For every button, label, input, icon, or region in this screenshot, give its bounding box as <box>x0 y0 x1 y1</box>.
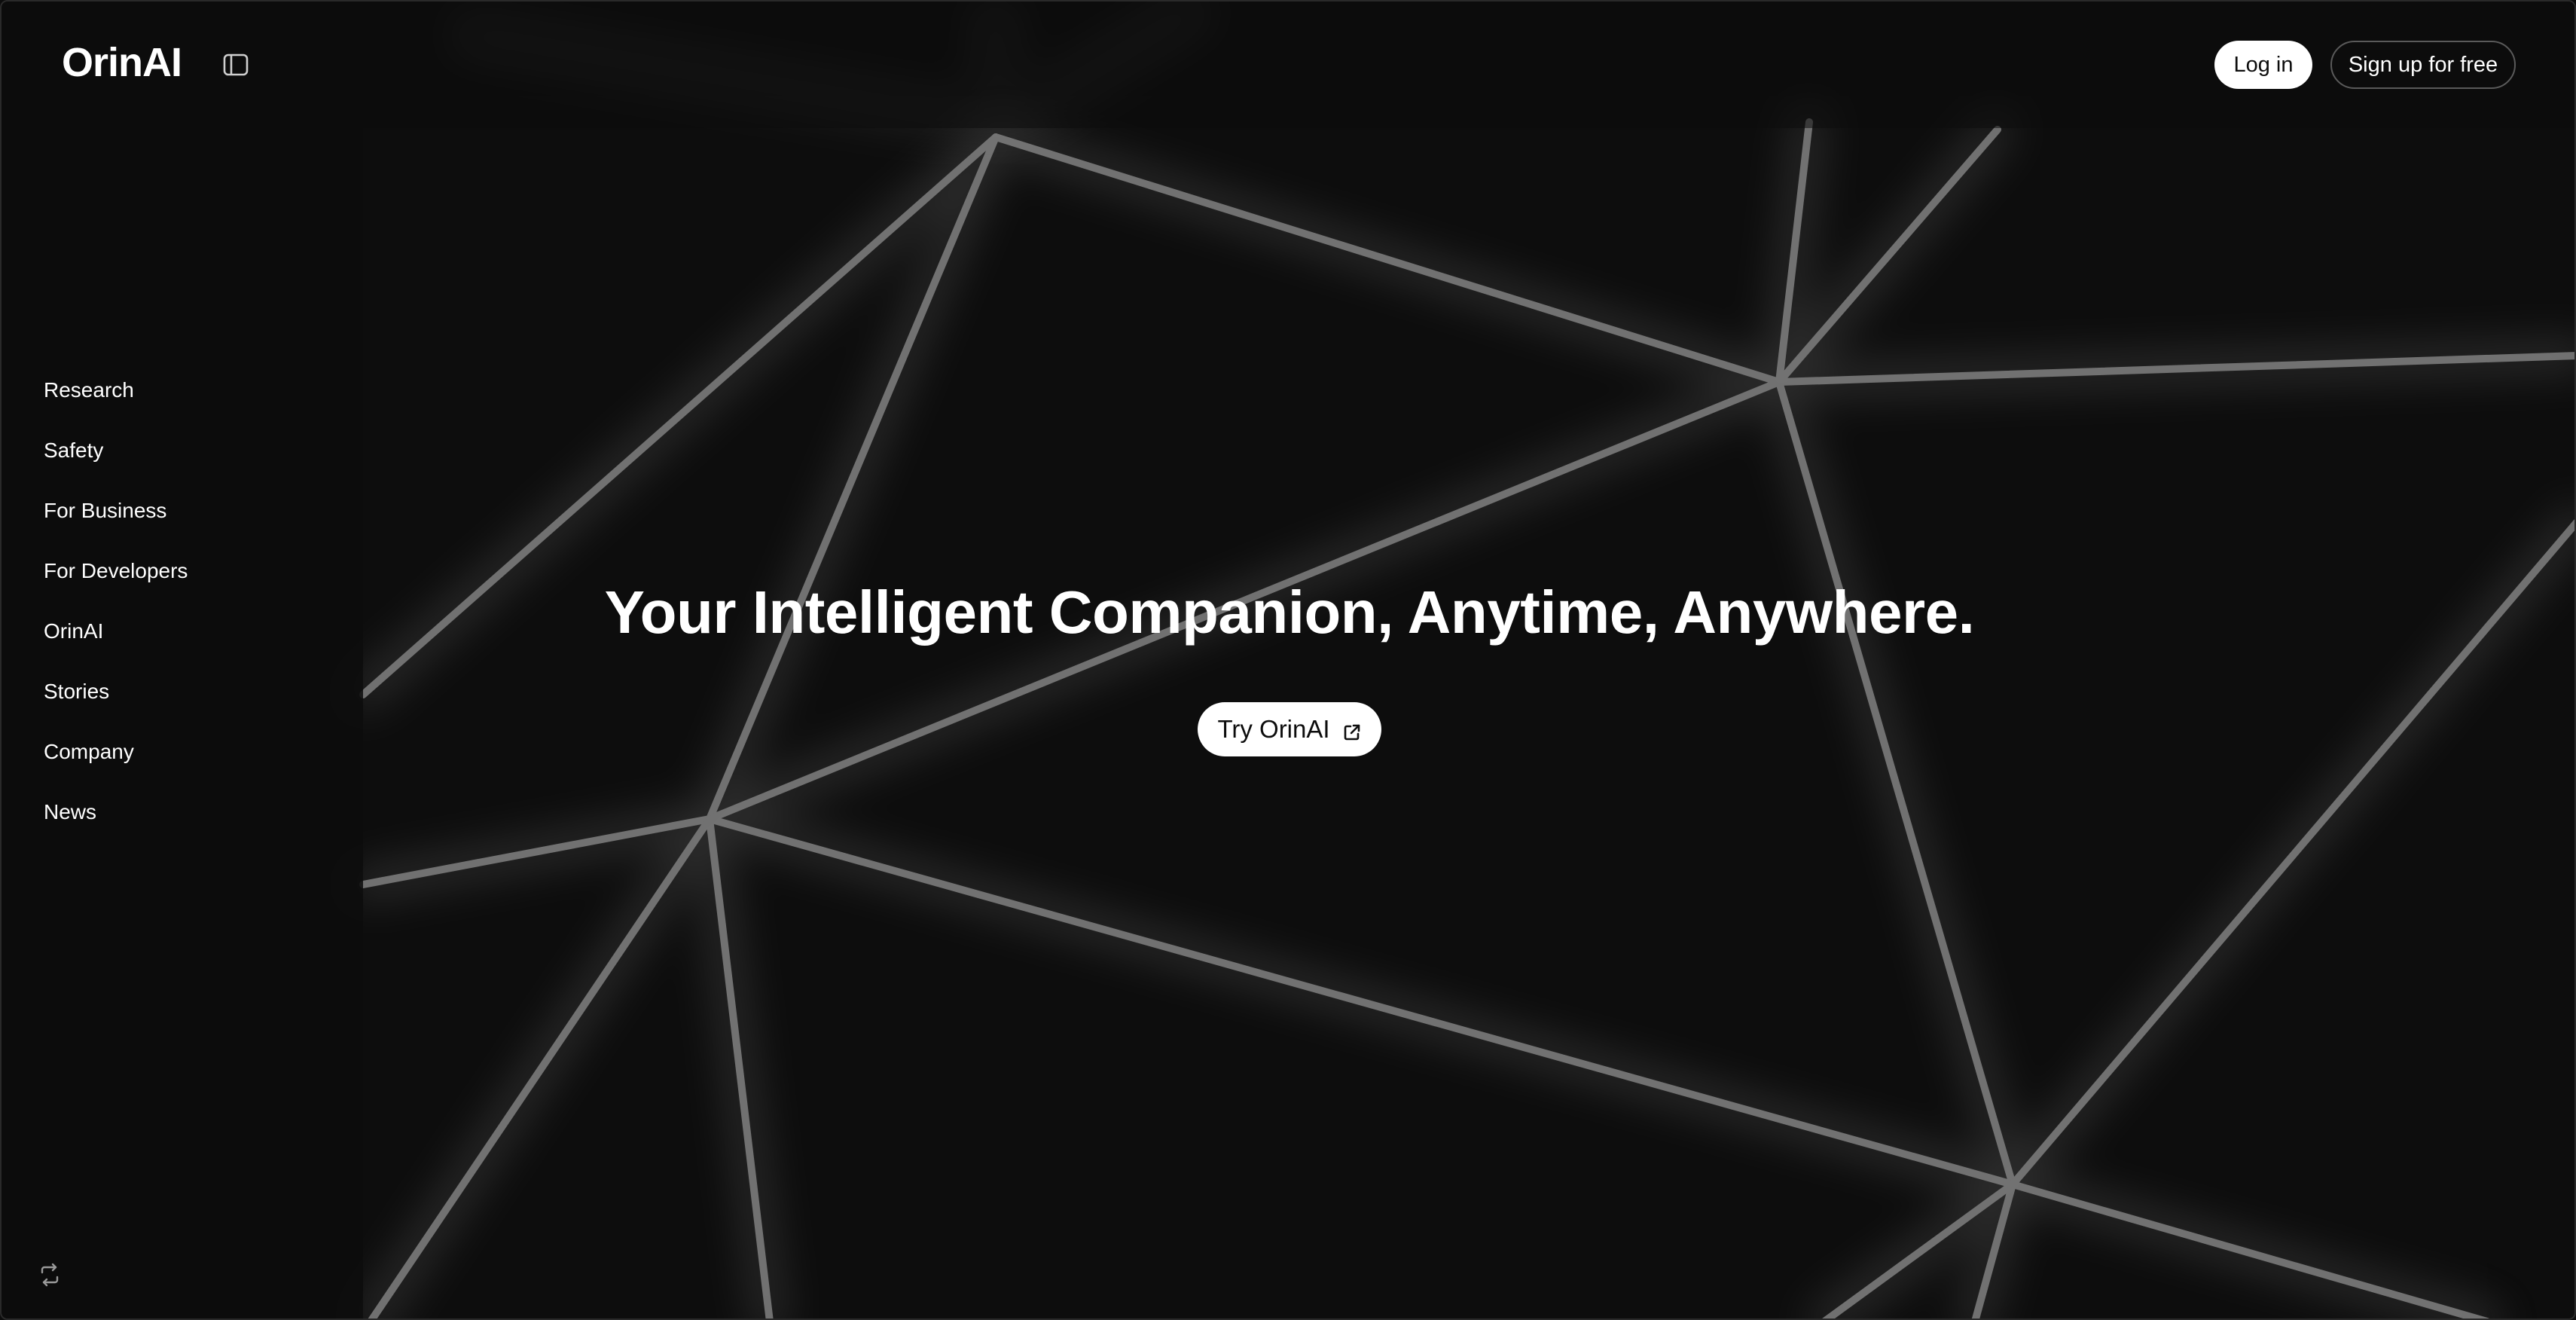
try-orinai-button[interactable]: Try OrinAI <box>1198 702 1381 756</box>
refresh-icon[interactable] <box>38 1263 62 1287</box>
top-header: OrinAI Log in Sign up for free <box>2 2 2574 128</box>
sidebar-item-news[interactable]: News <box>44 800 96 824</box>
sidebar-item-orinai[interactable]: OrinAI <box>44 619 103 643</box>
app-window: OrinAI Log in Sign up for free Research … <box>0 0 2576 1320</box>
hero-title: Your Intelligent Companion, Anytime, Any… <box>604 579 1975 646</box>
sidebar-item-stories[interactable]: Stories <box>44 680 109 704</box>
background-lines <box>347 2 2574 1318</box>
sidebar-toggle-icon[interactable] <box>223 53 249 77</box>
sidebar-item-for-business[interactable]: For Business <box>44 499 166 523</box>
cta-label: Try OrinAI <box>1217 715 1330 743</box>
sidebar <box>2 128 363 1318</box>
sidebar-item-safety[interactable]: Safety <box>44 438 103 463</box>
signup-button[interactable]: Sign up for free <box>2330 41 2516 89</box>
sidebar-item-research[interactable]: Research <box>44 378 134 402</box>
sidebar-item-company[interactable]: Company <box>44 740 134 764</box>
sidebar-item-for-developers[interactable]: For Developers <box>44 559 188 583</box>
external-link-icon <box>1342 720 1362 741</box>
logo[interactable]: OrinAI <box>62 39 182 86</box>
login-button[interactable]: Log in <box>2214 41 2312 89</box>
